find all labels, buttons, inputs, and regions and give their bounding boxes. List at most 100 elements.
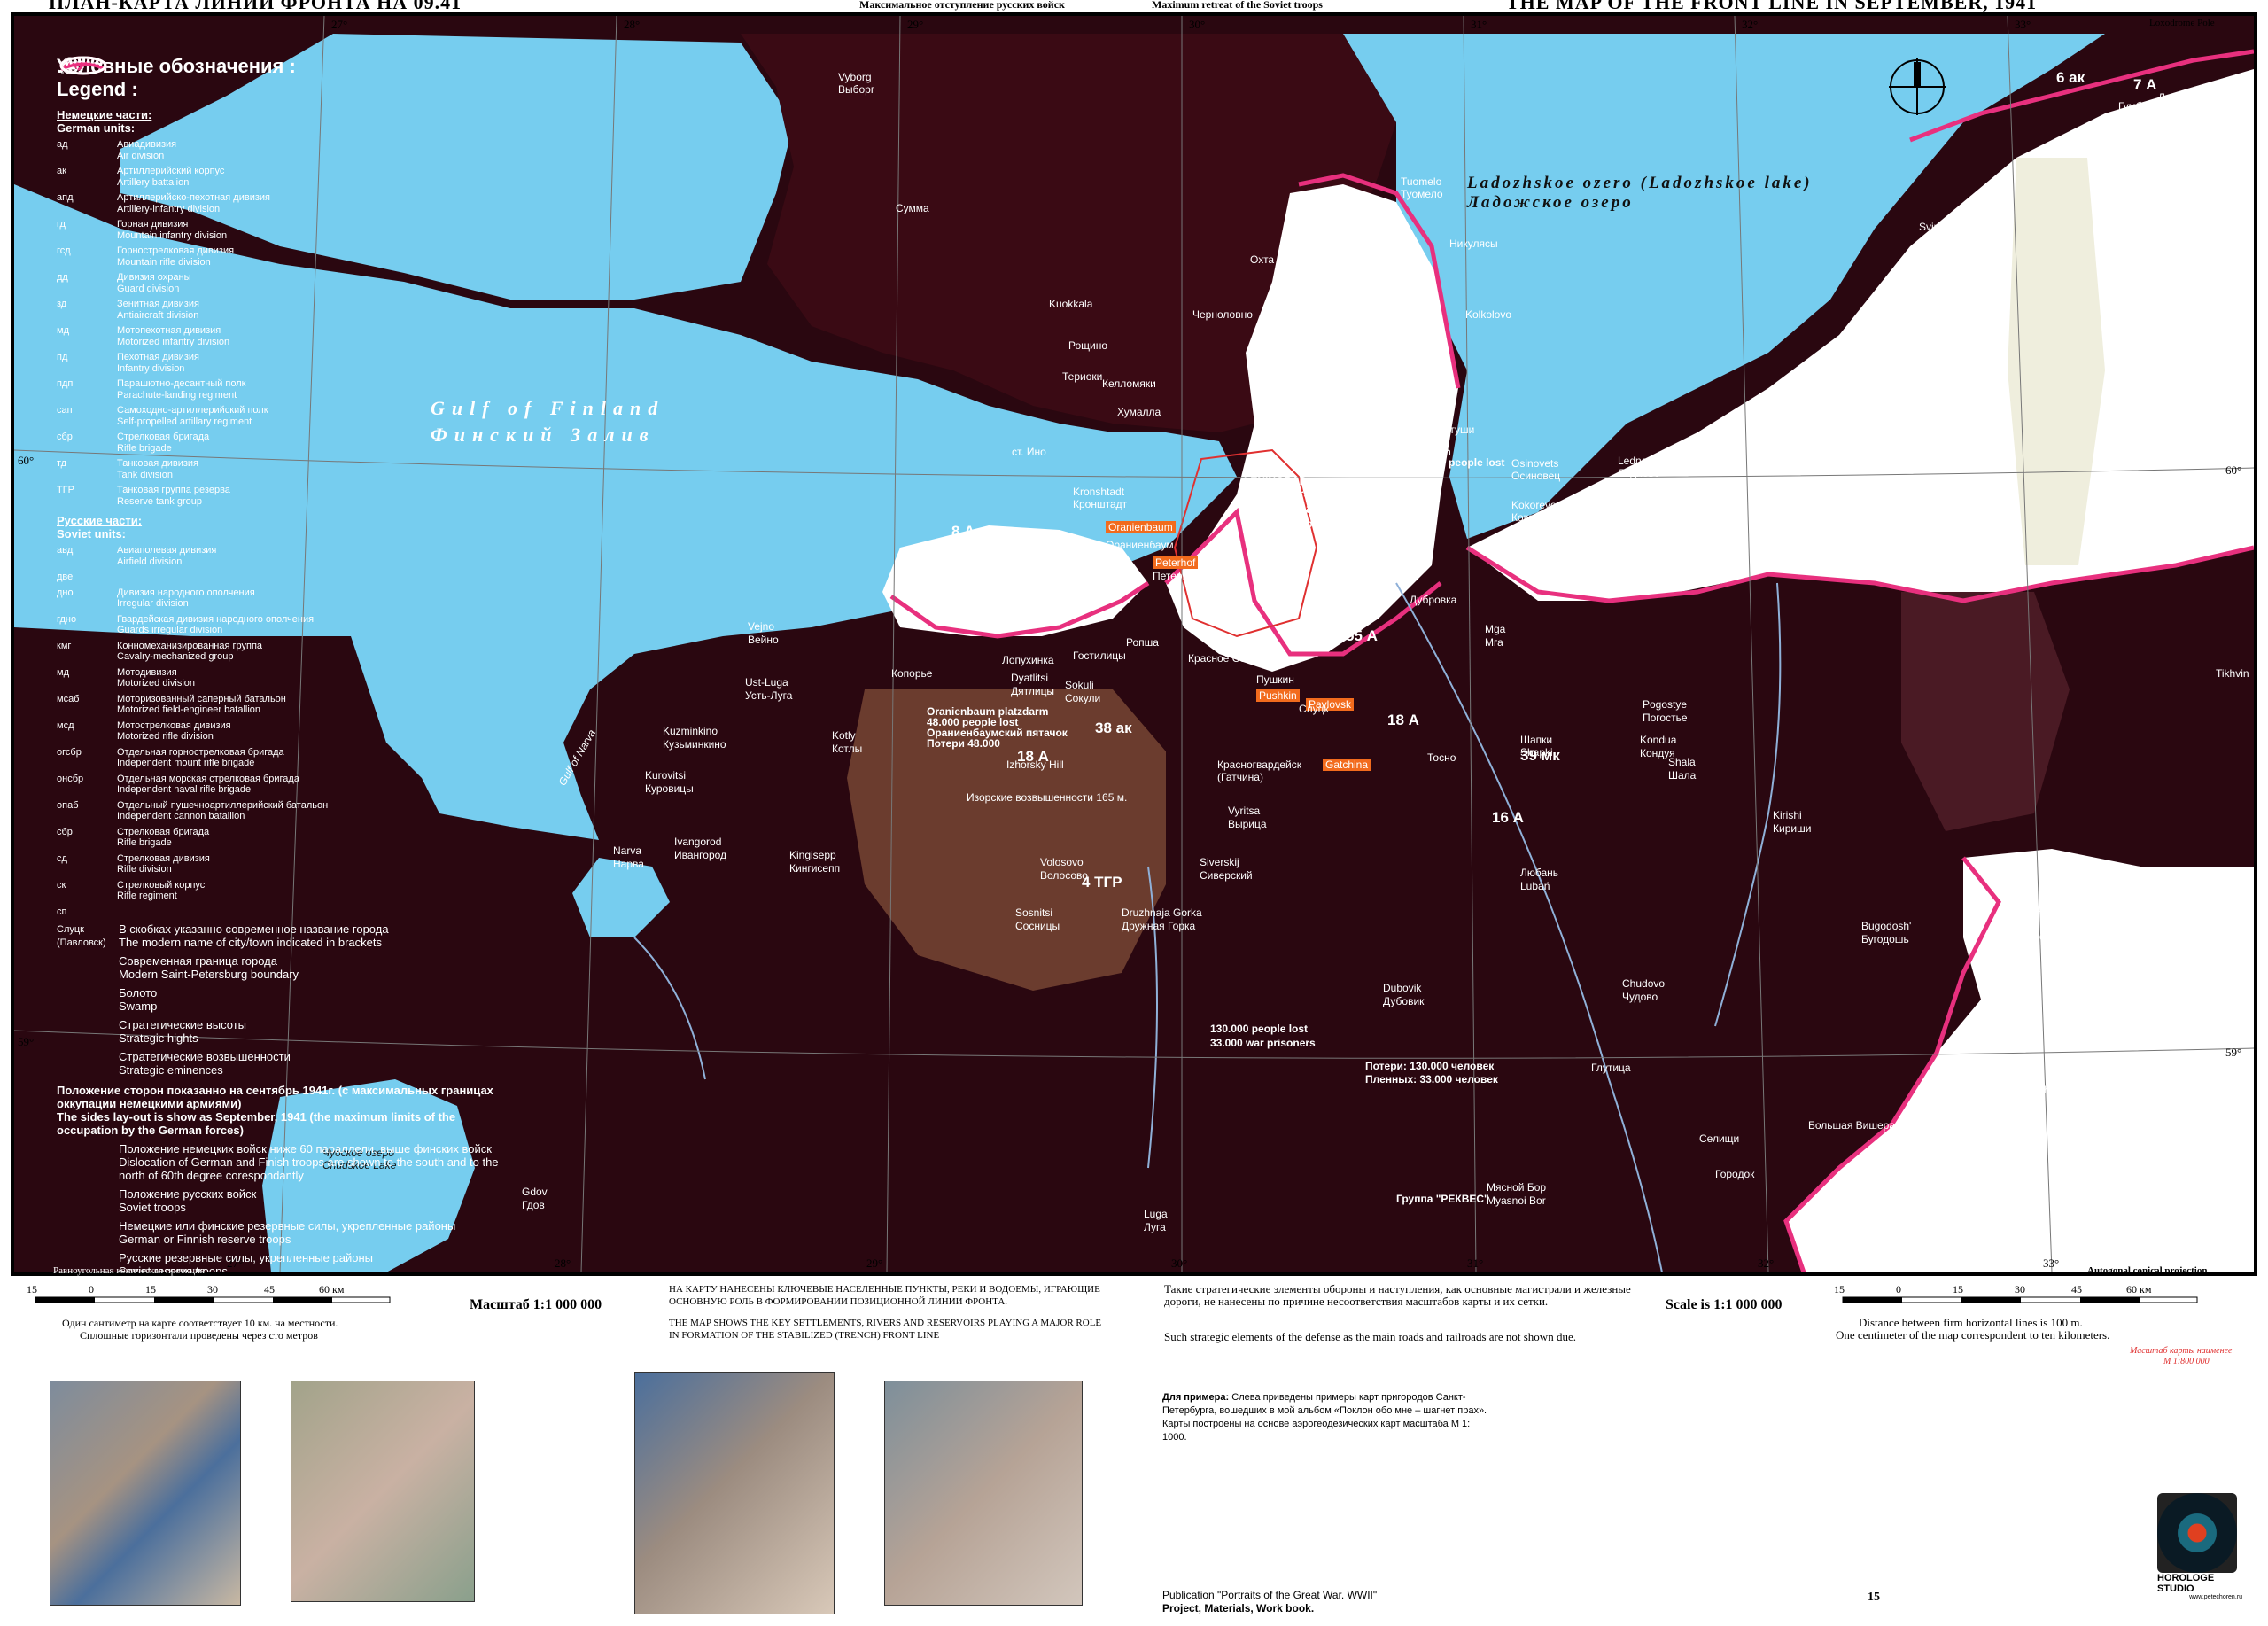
place-label-89: Druzhnaja Gorka [1122,906,1202,919]
thumbnail-map-2[interactable] [291,1381,475,1602]
place-label-50: Lednevo [1618,455,1659,467]
example-block: Для примера: Слева приведены примеры кар… [1162,1391,1490,1444]
unit-label-11: 6 ак [2056,69,2085,86]
scale-tick-4: 45 [264,1283,275,1295]
place-label-60: Dubovik [1383,982,1422,994]
soviet-unit-9: онсбр Отдельная морская стрелковая бригад… [57,774,509,796]
place-label-69: Нарва [613,858,644,870]
unit-label-10: 7 А [2133,76,2157,93]
place-label-119: Гостилицы [1073,650,1126,662]
place-label-49: Volkhov [1798,539,1836,551]
place-label-47: Кириши [1773,822,1812,835]
thumbnail-map-4[interactable] [884,1381,1083,1606]
scale-note-ru-1: Один сантиметр на карте соответствует 10… [62,1317,338,1329]
place-label-25: Ораниенбаум [1106,539,1174,551]
place-label-13: Никулясы [1449,237,1498,250]
unit-abbr: тд [57,458,67,469]
unit-abbr: ак [57,166,66,176]
unit-desc: Пехотная дивизия Infantry division [117,352,199,374]
place-label-32: Pushkin [1256,689,1300,702]
soviet-unit-14: сп [57,906,509,918]
place-label-42: Шапки [1520,734,1553,746]
unit-abbr: опаб [57,799,79,811]
legend-symbols-troops: Положение немецких войск ниже 60 паралле… [57,56,509,1272]
scale-ticks-right: 15 0 15 30 45 60 км [1825,1283,2215,1297]
german-unit-2: апд Артиллерийско-пехотная дивизия Artille… [57,192,509,214]
legend-symbol-0: Слуцк (Павловск) В скобках указанно совре… [57,61,509,949]
place-label-29: (Saint-Petersburg) [1244,487,1337,500]
boundary-line-icon [57,60,119,980]
place-label-6: Хумалла [1117,406,1161,418]
place-label-85: Volosovo [1040,856,1084,868]
unit-abbr: пдп [57,378,74,389]
german-unit-10: сап Самоходно-артиллерийский полк Self-pro… [57,405,509,427]
place-label-5: Келломяки [1102,377,1156,390]
place-label-111: Погостье [1643,712,1688,724]
german-reserve-icon [57,56,119,1245]
unit-desc: Артиллерийский корпус Artillery battalion [117,166,225,188]
unit-abbr: сбр [57,432,73,442]
unit-desc: Отдельная горнострелковая бригада Indepen… [117,746,284,769]
place-label-44: Любань [1520,867,1559,879]
soviet-unit-13: ск Стрелковый корпус Rifle regiment [57,880,509,902]
place-label-31: (Санкт-Петербург) [1244,517,1340,530]
place-label-12: Туомело [1401,188,1443,200]
german-unit-9: пдп Парашютно-десантный полк Parachute-lan… [57,378,509,401]
soviet-unit-12: сд Стрелковая дивизия Rifle division [57,853,509,875]
legend-symbol-text: Современная граница города Modern Saint-P… [119,954,299,981]
place-label-97: Sokuli [1065,679,1094,691]
place-label-26: Peterhof [1153,556,1199,569]
unit-desc: Мотострелковая дивизия Motorized rifle di… [117,720,231,743]
german-unit-11: сбр Стрелковая бригада Rifle brigade [57,432,509,454]
note-label-7: Пленных: 33.000 человек [1365,1073,1498,1085]
swamp-icon [57,61,119,1012]
legend-troop-2: Немецкие или финские резервные силы, укр… [57,56,509,1246]
place-label-56: Bugodosh' [1861,920,1912,932]
title-mid-ru: Максимальное отступление русских войск [859,0,1065,11]
legend-symbol-text: Стратегические возвышенности Strategic em… [119,1050,291,1077]
place-label-102: Селищи [1699,1132,1740,1145]
scale-bar-left: 15 0 15 30 45 60 км [18,1283,408,1315]
legend-german-ru: Немецкие части: [57,108,152,121]
soviet-unit-1: две [57,572,509,583]
publication-text: Publication "Portraits of the Great War.… [1162,1589,1378,1601]
place-label-86: Волосово [1040,869,1088,882]
place-label-112: Kondua [1640,734,1677,746]
german-unit-5: дд Дивизия охраны Guard division [57,272,509,294]
map-canvas[interactable]: 27° 28° 29° 30° 31° 32° 33° Loxodrome Po… [11,12,2257,1276]
thumbnail-map-1[interactable] [50,1381,241,1606]
lon-bottom-32: 32° [1758,1256,1775,1270]
lat-right-59: 59° [2225,1046,2242,1059]
place-label-7: ст. Ино [1012,446,1046,458]
scale-bar-right: 15 0 15 30 45 60 км [1825,1283,2215,1315]
place-label-121: Ропша [1126,636,1159,649]
scale-ru: Масштаб 1:1 000 000 [470,1297,602,1312]
place-label-63: Myasnoi Bor [1487,1194,1546,1207]
unit-label-8: 4 ТГР [1082,874,1122,891]
place-label-71: Ивангород [674,849,727,861]
legend-symbol-text: Болото Swamp [119,986,158,1013]
place-label-93: Vyritsa [1228,805,1261,817]
logo-icon [2157,1493,2237,1573]
place-label-76: Kurovitsi [645,769,687,782]
thumbnail-map-3[interactable] [634,1372,835,1614]
place-label-45: Lubań [1520,880,1550,892]
unit-abbr: ад [57,139,68,150]
place-label-68: Narva [613,844,642,857]
unit-desc: Отдельный пушечноартиллерийский батальон… [117,799,329,822]
place-label-77: Куровицы [645,782,694,795]
lon-top-33: 33° [2015,18,2031,31]
unit-desc: Зенитная дивизия Antiaircraft division [117,299,199,321]
studio-logo[interactable]: HOROLOGE STUDIO www.petechoren.ru [2157,1493,2242,1600]
unit-label-6: 39 мк [1520,747,1560,764]
lake-label-en: Ladozhskoe ozero (Ladozhskoe lake) [1467,174,1813,192]
place-label-104: Большая Вишера [1808,1119,1896,1132]
unit-abbr: сап [57,405,73,416]
unit-desc: Артиллерийско-пехотная дивизия Artillery-… [117,192,270,214]
soviet-unit-2: дно Дивизия народного ополчения Irregular … [57,587,509,610]
unit-abbr: кмг [57,640,72,651]
studio-url: www.petechoren.ru [2189,1594,2242,1600]
bottom-note-ru-2: Такие стратегические элементы обороны и … [1164,1282,1631,1308]
place-label-40: Мга [1485,636,1503,649]
place-label-28: LENINGRAD [1244,475,1308,487]
